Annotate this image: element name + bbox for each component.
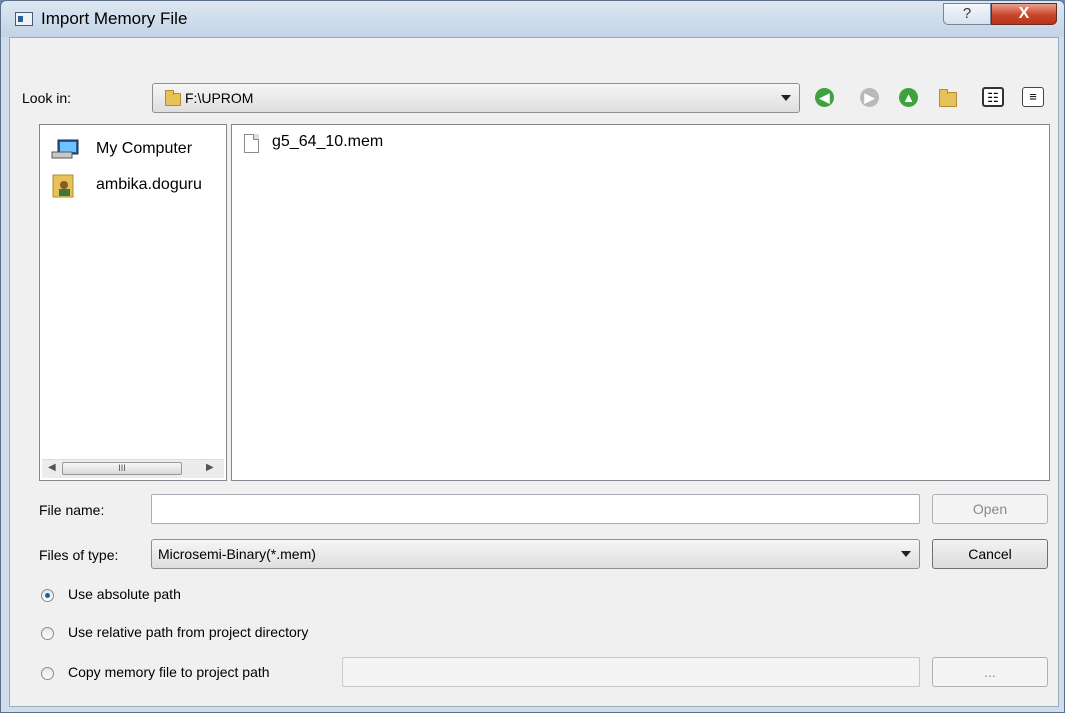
cancel-button[interactable]: Cancel [932,539,1048,569]
look-in-combo[interactable]: F:\UPROM [152,83,800,113]
detail-view-icon[interactable]: ≡ [1022,87,1044,107]
computer-icon [51,139,79,159]
copy-path-input[interactable] [342,657,920,687]
new-folder-icon[interactable] [939,89,957,107]
scroll-right-icon[interactable]: ▶ [206,462,214,473]
copy-file-label: Copy memory file to project path [68,664,270,680]
file-list-panel: g5_64_10.mem [231,124,1050,481]
window-title: Import Memory File [41,9,188,28]
copy-file-radio[interactable] [41,667,54,680]
forward-icon[interactable]: ▶ [860,88,879,107]
look-in-label: Look in: [22,90,72,106]
user-folder-icon [52,174,74,198]
sidebar-item-label: ambika.doguru [96,176,202,193]
scroll-left-icon[interactable]: ◀ [48,462,56,473]
file-type-combo[interactable]: Microsemi-Binary(*.mem) [151,539,920,569]
file-icon [244,134,259,153]
relative-path-label: Use relative path from project directory [68,624,309,640]
folder-icon [165,90,181,106]
file-name-label: File name: [39,502,105,518]
title-bar[interactable]: Import Memory File ? X [1,1,1064,37]
app-window-icon [15,12,33,26]
absolute-path-label: Use absolute path [68,586,181,602]
close-button[interactable]: X [991,3,1057,25]
look-in-path: F:\UPROM [185,90,254,106]
file-name: g5_64_10.mem [272,133,384,150]
browse-button[interactable]: ... [932,657,1048,687]
chevron-down-icon [781,95,791,101]
file-name-input[interactable] [151,494,920,524]
file-type-value: Microsemi-Binary(*.mem) [158,546,316,562]
scroll-thumb[interactable]: III [62,462,182,475]
sidebar-item-label: My Computer [96,140,193,157]
sidebar-panel: My Computer ambika.doguru ◀ III ▶ [39,124,227,481]
up-folder-icon[interactable]: ▲ [899,88,918,107]
open-button[interactable]: Open [932,494,1048,524]
help-button[interactable]: ? [943,3,991,25]
chevron-down-icon [901,551,911,557]
import-memory-dialog: Import Memory File ? X Look in: F:\UPROM… [0,0,1065,713]
horizontal-scrollbar[interactable]: ◀ III ▶ [42,459,224,478]
dialog-body: Look in: F:\UPROM ◀ ▶ ▲ ☷ ≡ My Computer [9,37,1059,707]
list-view-icon[interactable]: ☷ [982,87,1004,107]
relative-path-radio[interactable] [41,627,54,640]
back-icon[interactable]: ◀ [815,88,834,107]
absolute-path-radio[interactable] [41,589,54,602]
file-type-label: Files of type: [39,547,119,563]
